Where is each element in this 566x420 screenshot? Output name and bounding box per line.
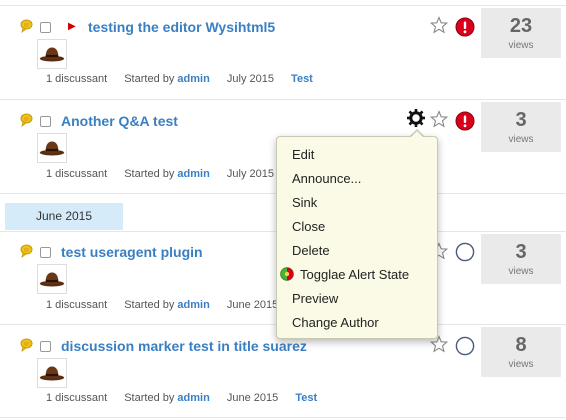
select-checkbox[interactable] <box>40 247 51 258</box>
toggle-alert-icon <box>280 267 294 281</box>
menu-item-edit[interactable]: Edit <box>292 147 314 162</box>
discussion-title-link[interactable]: Another Q&A test <box>61 113 178 129</box>
discussion-meta: 1 discussant Started by admin July 2015 <box>46 168 274 180</box>
started-by-label: Started by <box>124 392 175 404</box>
bookmark-star-icon[interactable] <box>430 16 448 34</box>
gear-icon[interactable] <box>407 109 425 127</box>
avatar[interactable] <box>37 264 67 294</box>
views-box: 8 views <box>481 327 561 377</box>
bookmark-star-icon[interactable] <box>430 110 448 128</box>
select-checkbox[interactable] <box>40 341 51 352</box>
views-count: 23 <box>509 15 533 37</box>
alert-icon <box>455 111 475 131</box>
qa-icon <box>20 19 34 33</box>
discussion-date: July 2015 <box>226 168 274 180</box>
menu-item-change-author[interactable]: Change Author <box>292 315 379 330</box>
views-box: 3 views <box>481 234 561 284</box>
discussion-meta: 1 discussant Started by admin June 2015 … <box>46 392 317 404</box>
discussant-count: 1 discussant <box>46 73 108 85</box>
select-checkbox[interactable] <box>40 22 51 33</box>
alert-icon <box>455 17 475 37</box>
views-count: 3 <box>515 241 527 263</box>
menu-item-toggle-alert-state[interactable]: Togglae Alert State <box>280 267 409 282</box>
discussant-count: 1 discussant <box>46 392 108 404</box>
discussant-count: 1 discussant <box>46 299 108 311</box>
date-separator: June 2015 <box>5 203 123 230</box>
views-label: views <box>508 359 534 370</box>
views-label: views <box>508 40 534 51</box>
views-label: views <box>508 134 534 145</box>
started-by-label: Started by <box>124 168 175 180</box>
status-circle-icon <box>455 242 475 262</box>
select-checkbox[interactable] <box>40 116 51 127</box>
views-count: 8 <box>515 334 527 356</box>
views-count: 3 <box>515 109 527 131</box>
qa-icon <box>20 113 34 127</box>
started-by-label: Started by <box>124 73 175 85</box>
menu-item-preview[interactable]: Preview <box>292 291 338 306</box>
discussion-date: June 2015 <box>226 392 279 404</box>
qa-icon <box>20 338 34 352</box>
started-by-label: Started by <box>124 299 175 311</box>
discussion-date: July 2015 <box>226 73 274 85</box>
author-link[interactable]: admin <box>177 73 209 85</box>
discussion-title-link[interactable]: discussion marker test in title suarez <box>61 338 307 354</box>
discussion-meta: 1 discussant Started by admin July 2015 … <box>46 73 313 85</box>
discussion-row: discussion marker test in title suarez 1… <box>0 325 566 419</box>
discussion-title-link[interactable]: test useragent plugin <box>61 244 203 260</box>
row-divider <box>0 417 566 418</box>
options-menu: Edit Announce... Sink Close Delete Toggl… <box>276 136 438 339</box>
discussion-row: ▶ testing the editor Wysihtml5 1 discuss… <box>0 6 566 100</box>
views-label: views <box>508 266 534 277</box>
menu-item-close[interactable]: Close <box>292 219 325 234</box>
author-link[interactable]: admin <box>177 299 209 311</box>
discussion-date: June 2015 <box>226 299 279 311</box>
discussion-title-link[interactable]: testing the editor Wysihtml5 <box>88 19 275 35</box>
author-link[interactable]: admin <box>177 392 209 404</box>
author-link[interactable]: admin <box>177 168 209 180</box>
menu-item-announce[interactable]: Announce... <box>292 171 361 186</box>
category-link[interactable]: Test <box>295 392 317 404</box>
views-box: 3 views <box>481 102 561 152</box>
avatar[interactable] <box>37 133 67 163</box>
avatar[interactable] <box>37 39 67 69</box>
menu-caret-inner <box>410 131 424 138</box>
status-circle-icon <box>455 336 475 356</box>
category-link[interactable]: Test <box>291 73 313 85</box>
discussant-count: 1 discussant <box>46 168 108 180</box>
qa-icon <box>20 244 34 258</box>
discussion-meta: 1 discussant Started by admin June 2015 <box>46 299 278 311</box>
menu-item-sink[interactable]: Sink <box>292 195 317 210</box>
avatar[interactable] <box>37 358 67 388</box>
menu-item-delete[interactable]: Delete <box>292 243 330 258</box>
views-box: 23 views <box>481 8 561 58</box>
menu-item-label: Togglae Alert State <box>300 267 410 282</box>
flag-icon: ▶ <box>68 21 76 32</box>
